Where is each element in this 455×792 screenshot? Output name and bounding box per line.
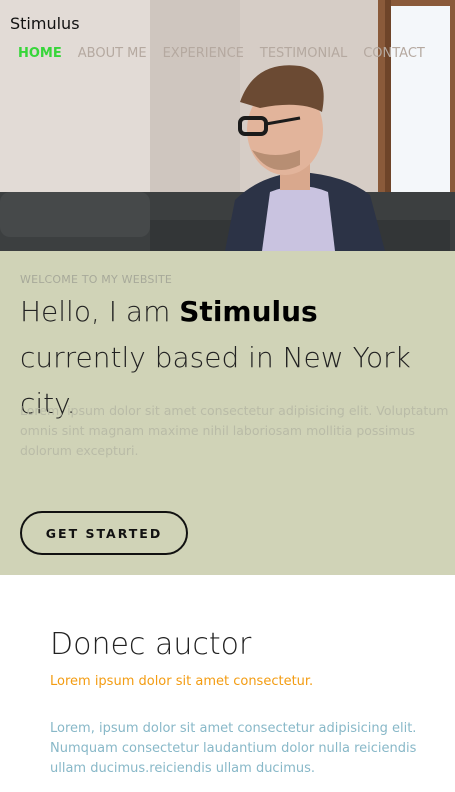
brand-logo[interactable]: Stimulus — [10, 14, 80, 33]
title-prefix: Hello, I am — [20, 295, 180, 328]
welcome-section: WELCOME TO MY WEBSITE Hello, I am Stimul… — [0, 251, 455, 575]
nav-testimonial[interactable]: TESTIMONIAL — [260, 46, 347, 61]
nav-experience[interactable]: EXPERIENCE — [163, 46, 244, 61]
content-section: Donec auctor Lorem ipsum dolor sit amet … — [50, 626, 450, 792]
section-title: Donec auctor — [50, 627, 252, 662]
main-nav: HOME ABOUT ME EXPERIENCE TESTIMONIAL CON… — [18, 46, 425, 61]
section-subtitle: Lorem ipsum dolor sit amet consectetur. — [50, 674, 314, 689]
get-started-button[interactable]: GET STARTED — [20, 511, 188, 555]
nav-home[interactable]: HOME — [18, 46, 62, 61]
welcome-kicker: WELCOME TO MY WEBSITE — [20, 273, 173, 286]
hero-banner: Stimulus HOME ABOUT ME EXPERIENCE TESTIM… — [0, 0, 455, 251]
title-name: Stimulus — [179, 295, 318, 328]
section-paragraph: Lorem, ipsum dolor sit amet consectetur … — [50, 721, 417, 776]
nav-contact[interactable]: CONTACT — [363, 46, 425, 61]
nav-about-me[interactable]: ABOUT ME — [78, 46, 147, 61]
hero-photo — [0, 0, 455, 251]
welcome-paragraph: Lorem, ipsum dolor sit amet consectetur … — [20, 403, 449, 458]
